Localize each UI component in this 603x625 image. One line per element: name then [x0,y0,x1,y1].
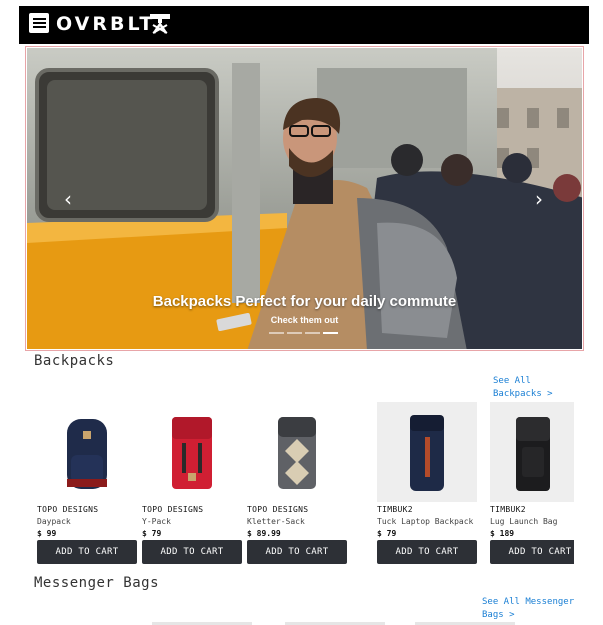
product-image[interactable] [377,402,477,502]
product-name[interactable]: Y-Pack [142,517,242,526]
product-image[interactable] [142,402,242,502]
product-brand: TOPO DESIGNS [247,505,309,514]
product-price: $ 79 [142,529,162,538]
product-image[interactable] [37,402,137,502]
product-image[interactable] [490,402,574,502]
add-to-cart-button[interactable]: ADD TO CART [247,540,347,564]
product-brand: TOPO DESIGNS [142,505,204,514]
see-all-line: Bags > [482,610,515,620]
add-to-cart-button[interactable]: ADD TO CART [377,540,477,564]
section-title-messenger: Messenger Bags [34,575,160,591]
chevron-right-icon[interactable]: › [527,187,551,211]
product-price: $ 189 [490,529,515,538]
product-card: TOPO DESIGNS Kletter-Sack $ 89.99 ADD TO… [247,402,347,564]
add-to-cart-button[interactable]: ADD TO CART [37,540,137,564]
add-to-cart-button[interactable]: ADD TO CART [490,540,574,564]
product-brand: TIMBUK2 [490,505,526,514]
product-name[interactable]: Lug Launch Bag [490,517,574,526]
product-name[interactable]: Tuck Laptop Backpack [377,517,477,526]
hamburger-icon[interactable] [29,13,49,33]
carousel-indicator[interactable] [323,332,338,334]
product-card: TIMBUK2 Lug Launch Bag $ 189 ADD TO CART [490,402,574,564]
carousel-indicator[interactable] [305,332,320,334]
see-all-messenger-link[interactable]: See All Messenger Bags > [482,596,574,622]
add-to-cart-button[interactable]: ADD TO CART [142,540,242,564]
product-brand: TOPO DESIGNS [37,505,99,514]
product-price: $ 79 [377,529,397,538]
product-brand: TIMBUK2 [377,505,413,514]
product-card: TIMBUK2 Tuck Laptop Backpack $ 79 ADD TO… [377,402,477,564]
carousel-indicator[interactable] [287,332,302,334]
navbar: OVRBLT [19,6,589,44]
tools-logo-icon [150,14,170,34]
product-card: TOPO DESIGNS Y-Pack $ 79 ADD TO CART [142,402,242,564]
see-all-backpacks-link[interactable]: See All Backpacks > [493,375,553,401]
product-price: $ 99 [37,529,57,538]
product-card: TOPO DESIGNS Daypack $ 99 ADD TO CART [37,402,137,564]
carousel-subtext[interactable]: Check them out [26,315,583,325]
hero-carousel: ‹ › Backpacks Perfect for your daily com… [25,46,584,351]
product-price: $ 89.99 [247,529,281,538]
carousel-indicator[interactable] [269,332,284,334]
product-name[interactable]: Kletter-Sack [247,517,347,526]
carousel-indicators [269,332,338,334]
product-image[interactable] [247,402,347,502]
carousel-heading: Backpacks Perfect for your daily commute [152,293,457,310]
logo[interactable]: OVRBLT [56,12,155,36]
carousel-caption: Backpacks Perfect for your daily commute… [26,293,583,325]
product-name[interactable]: Daypack [37,517,137,526]
see-all-line: Backpacks > [493,389,553,399]
chevron-left-icon[interactable]: ‹ [56,187,80,211]
section-title-backpacks: Backpacks [34,353,115,369]
see-all-line: See All [493,376,531,386]
see-all-line: See All Messenger [482,597,575,607]
